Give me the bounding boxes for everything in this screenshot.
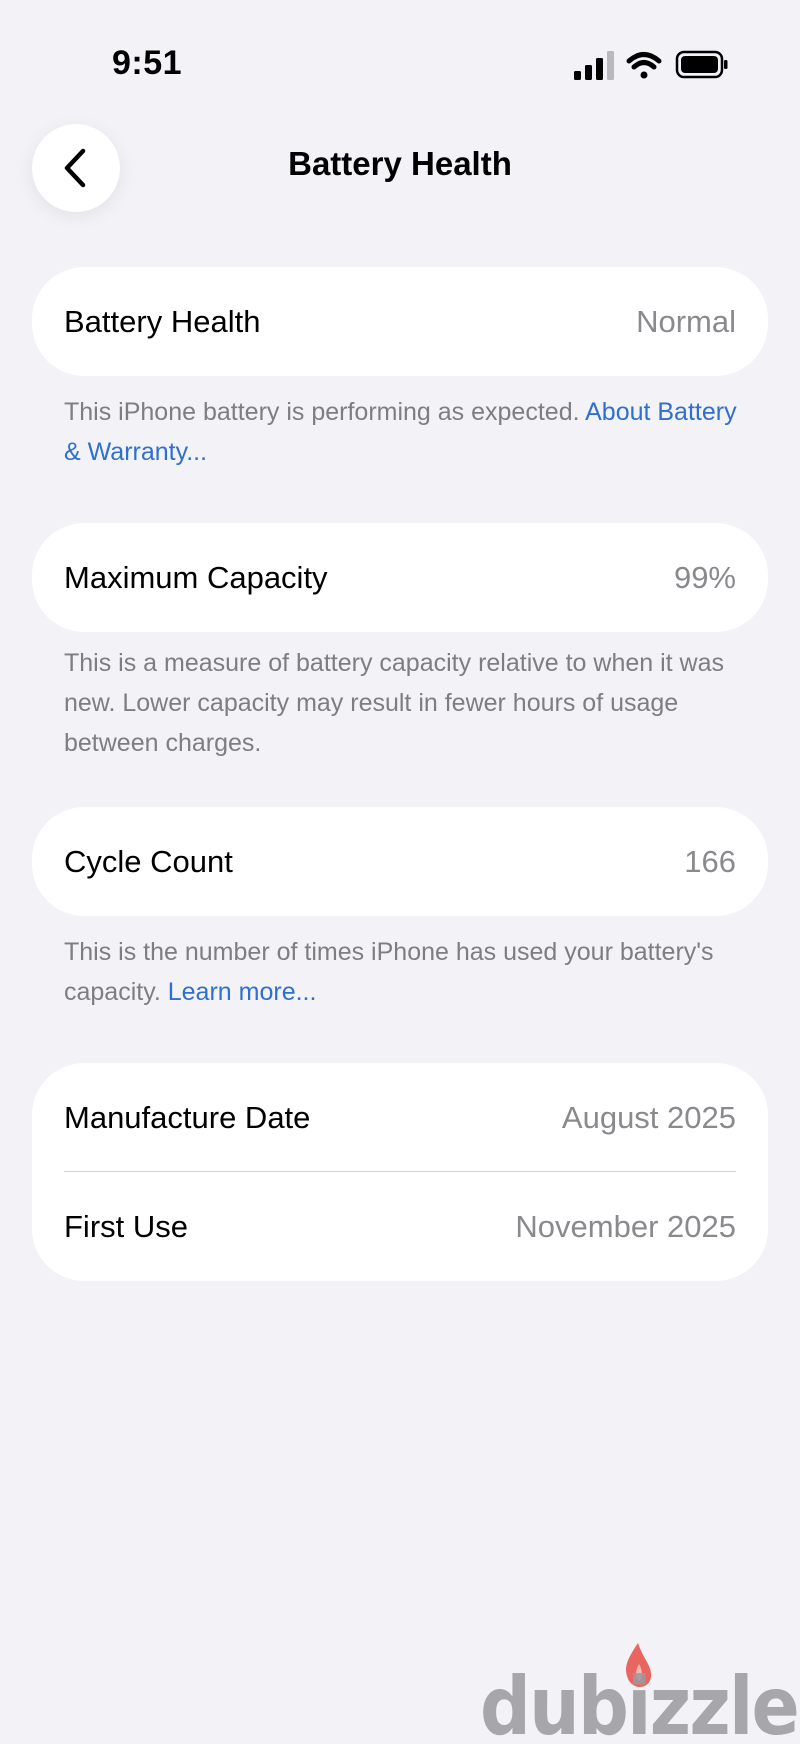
maximum-capacity-value: 99% (673, 559, 736, 595)
manufacture-date-row: Manufacture Date August 2025 (32, 1063, 768, 1172)
dates-card: Manufacture Date August 2025 First Use N… (32, 1063, 768, 1281)
maximum-capacity-row: Maximum Capacity 99% (32, 523, 768, 632)
manufacture-date-label: Manufacture Date (64, 1099, 311, 1135)
battery-health-footnote-text: This iPhone battery is performing as exp… (64, 398, 586, 426)
maximum-capacity-label: Maximum Capacity (64, 559, 328, 595)
cycle-count-footnote: This is the number of times iPhone has u… (64, 932, 744, 1012)
status-time: 9:51 (112, 44, 183, 82)
wifi-icon (626, 52, 662, 79)
watermark-text: dubizzle (480, 1660, 798, 1739)
cycle-count-label: Cycle Count (64, 843, 233, 879)
maximum-capacity-card: Maximum Capacity 99% (32, 523, 768, 632)
battery-health-footnote: This iPhone battery is performing as exp… (64, 392, 744, 472)
battery-health-row: Battery Health Normal (32, 267, 768, 376)
page-title: Battery Health (288, 145, 512, 182)
cycle-count-footnote-text: This is the number of times iPhone has u… (64, 938, 714, 1006)
manufacture-date-value: August 2025 (561, 1099, 736, 1135)
battery-health-label: Battery Health (64, 303, 261, 339)
battery-health-card: Battery Health Normal (32, 267, 768, 376)
dubizzle-watermark-logo: dubizzle (478, 1640, 800, 1744)
maximum-capacity-footnote: This is a measure of battery capacity re… (64, 643, 744, 763)
cycle-count-card: Cycle Count 166 (32, 807, 768, 916)
cellular-signal-icon (574, 51, 614, 80)
status-icons (572, 48, 732, 82)
battery-health-value: Normal (636, 303, 736, 339)
first-use-label: First Use (64, 1208, 188, 1244)
first-use-value: November 2025 (515, 1208, 736, 1244)
battery-icon (675, 50, 728, 79)
maximum-capacity-footnote-text: This is a measure of battery capacity re… (64, 649, 725, 757)
learn-more-link[interactable]: Learn more... (168, 978, 317, 1006)
first-use-row: First Use November 2025 (32, 1172, 768, 1281)
status-bar: 9:51 (0, 0, 800, 130)
cycle-count-value: 166 (684, 843, 736, 879)
cycle-count-row: Cycle Count 166 (32, 807, 768, 916)
